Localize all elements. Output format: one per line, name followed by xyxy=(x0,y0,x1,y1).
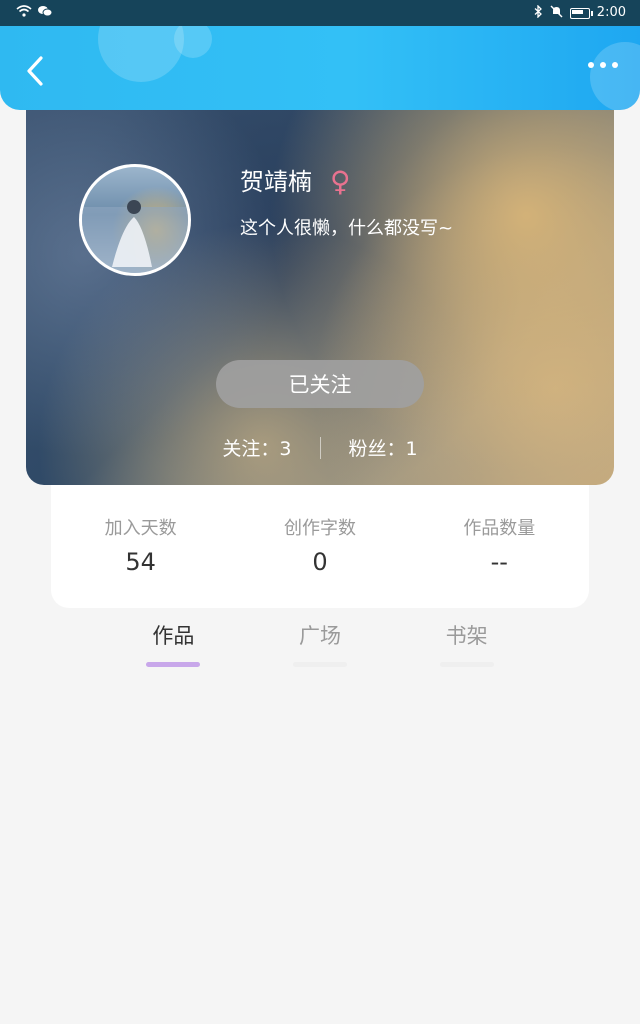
join-days-label: 加入天数 xyxy=(104,518,177,539)
tab-indicator xyxy=(293,662,347,667)
word-count-value: 0 xyxy=(312,548,328,576)
status-bar: 2:00 xyxy=(0,0,640,26)
decorative-bubble xyxy=(98,26,184,82)
wifi-icon xyxy=(16,5,32,21)
more-button[interactable] xyxy=(588,62,618,68)
more-dots-icon xyxy=(588,62,594,68)
info-card: 加入天数 54 创作字数 0 作品数量 -- xyxy=(51,480,589,608)
status-time: 2:00 xyxy=(596,5,626,20)
follow-stats: 关注：3 粉丝：1 xyxy=(26,434,614,461)
female-icon: ♀ xyxy=(330,165,351,198)
wechat-icon xyxy=(38,5,53,21)
stats-divider xyxy=(319,436,321,459)
following-count[interactable]: 关注：3 xyxy=(222,434,291,461)
works-count-label: 作品数量 xyxy=(463,518,536,539)
tab-bookshelf-label: 书架 xyxy=(445,624,488,648)
user-name: 贺靖楠 ♀ xyxy=(240,166,351,198)
back-button[interactable] xyxy=(18,54,52,88)
tab-indicator xyxy=(146,662,201,667)
tab-bookshelf[interactable]: 书架 xyxy=(393,618,540,667)
decorative-bubble xyxy=(174,26,212,58)
decorative-bubble xyxy=(590,42,640,110)
tab-square-label: 广场 xyxy=(299,624,341,648)
join-days: 加入天数 54 xyxy=(61,517,221,579)
followers-count[interactable]: 粉丝：1 xyxy=(349,434,418,461)
follow-button[interactable]: 已关注 xyxy=(216,360,424,408)
word-count-label: 创作字数 xyxy=(283,518,356,539)
bluetooth-icon xyxy=(534,3,543,22)
avatar[interactable] xyxy=(79,164,191,276)
avatar-image xyxy=(82,200,188,273)
word-count: 创作字数 0 xyxy=(240,517,400,579)
user-name-text: 贺靖楠 xyxy=(240,168,312,196)
battery-icon xyxy=(569,7,593,19)
content-tabs: 作品 广场 书架 xyxy=(100,618,540,667)
works-count: 作品数量 -- xyxy=(419,517,579,579)
tab-square[interactable]: 广场 xyxy=(247,618,394,667)
user-bio: 这个人很懒，什么都没写~ xyxy=(240,218,454,239)
tab-works-label: 作品 xyxy=(152,624,195,648)
works-count-value: -- xyxy=(490,548,508,576)
profile-card: 贺靖楠 ♀ 这个人很懒，什么都没写~ 已关注 关注：3 粉丝：1 xyxy=(26,100,614,485)
profile-page: 2:00 贺靖楠 ♀ 这个人很懒，什么都没写~ 已关注 关注：3 粉丝：1 加入… xyxy=(0,0,640,1024)
mute-icon xyxy=(550,5,563,22)
tab-indicator xyxy=(439,662,494,667)
join-days-value: 54 xyxy=(125,548,156,576)
chevron-left-icon xyxy=(27,56,43,86)
top-header xyxy=(0,26,640,110)
tab-works[interactable]: 作品 xyxy=(100,618,247,667)
